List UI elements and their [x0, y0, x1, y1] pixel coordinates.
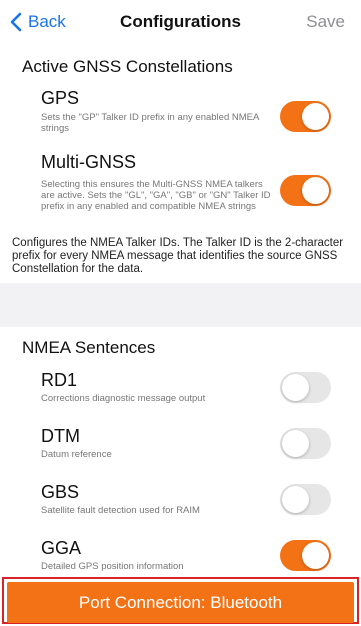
- row-title: GGA: [41, 538, 82, 558]
- nmea-row-dtm: DTM Datum reference: [0, 422, 361, 472]
- row-title: GPS: [41, 88, 80, 108]
- gnss-footnote: Configures the NMEA Talker IDs. The Talk…: [12, 237, 344, 275]
- gga-toggle[interactable]: [280, 540, 331, 571]
- nmea-row-rd1: RD1 Corrections diagnostic message outpu…: [0, 366, 361, 416]
- gps-toggle[interactable]: [280, 101, 331, 132]
- row-subtitle: Corrections diagnostic message output: [41, 393, 206, 404]
- port-connection-button[interactable]: Port Connection: Bluetooth: [7, 582, 354, 623]
- toggle-knob: [302, 103, 329, 130]
- nmea-row-gga: GGA Detailed GPS position information: [0, 534, 361, 576]
- rd1-toggle[interactable]: [280, 372, 331, 403]
- chevron-left-icon: [10, 12, 22, 32]
- row-subtitle: Sets the "GP" Talker ID prefix in any en…: [41, 112, 259, 134]
- save-button[interactable]: Save: [306, 12, 345, 32]
- toggle-knob: [282, 486, 309, 513]
- section-separator: [0, 283, 361, 327]
- back-button[interactable]: Back: [10, 9, 66, 35]
- row-title: GBS: [41, 482, 80, 502]
- gbs-toggle[interactable]: [280, 484, 331, 515]
- dtm-toggle[interactable]: [280, 428, 331, 459]
- row-subtitle: Satellite fault detection used for RAIM: [41, 505, 200, 516]
- section-header-nmea: NMEA Sentences: [22, 338, 156, 357]
- row-title: Multi-GNSS: [41, 152, 137, 172]
- back-label: Back: [28, 12, 66, 31]
- toggle-knob: [282, 374, 309, 401]
- toggle-knob: [302, 542, 329, 569]
- nav-bar: Back Configurations Save: [0, 0, 361, 44]
- gnss-row-multi-gnss: Multi-GNSS Selecting this ensures the Mu…: [0, 150, 361, 230]
- row-subtitle: Datum reference: [41, 449, 112, 460]
- row-title: DTM: [41, 426, 80, 446]
- row-title: RD1: [41, 370, 78, 390]
- multi-gnss-toggle[interactable]: [280, 175, 331, 206]
- nmea-row-gbs: GBS Satellite fault detection used for R…: [0, 478, 361, 528]
- gnss-row-gps: GPS Sets the "GP" Talker ID prefix in an…: [0, 84, 361, 144]
- toggle-knob: [282, 430, 309, 457]
- toggle-knob: [302, 177, 329, 204]
- row-subtitle: Selecting this ensures the Multi-GNSS NM…: [41, 179, 271, 212]
- section-header-gnss: Active GNSS Constellations: [22, 57, 233, 76]
- row-subtitle: Detailed GPS position information: [41, 561, 184, 572]
